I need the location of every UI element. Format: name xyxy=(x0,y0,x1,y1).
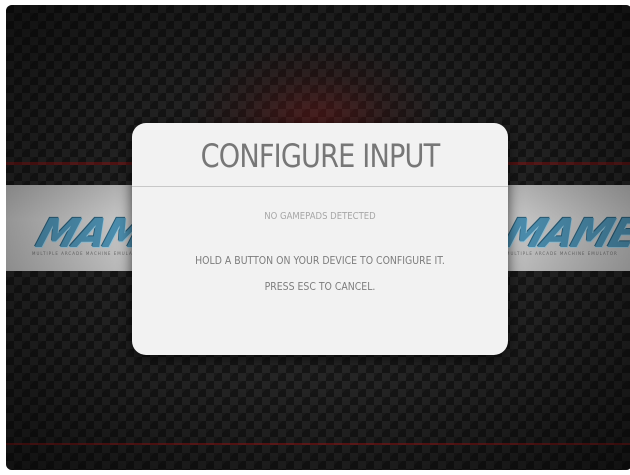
gamepad-status-text: NO GAMEPADS DETECTED xyxy=(264,211,376,222)
system-logo-right-subtext: MULTIPLE ARCADE MACHINE EMULATOR xyxy=(506,251,618,256)
red-accent-line-bottom xyxy=(6,443,630,445)
emulator-screen: MAME MULTIPLE ARCADE MACHINE EMULATOR MA… xyxy=(6,5,630,470)
dialog-title: CONFIGURE INPUT xyxy=(200,137,441,175)
dialog-divider xyxy=(132,186,508,187)
instruction-text: HOLD A BUTTON ON YOUR DEVICE TO CONFIGUR… xyxy=(195,254,445,267)
system-logo-left-subtext: MULTIPLE ARCADE MACHINE EMULATOR xyxy=(32,251,144,256)
configure-input-dialog: CONFIGURE INPUT NO GAMEPADS DETECTED HOL… xyxy=(132,123,508,355)
cancel-hint-text: PRESS ESC TO CANCEL. xyxy=(264,280,376,293)
